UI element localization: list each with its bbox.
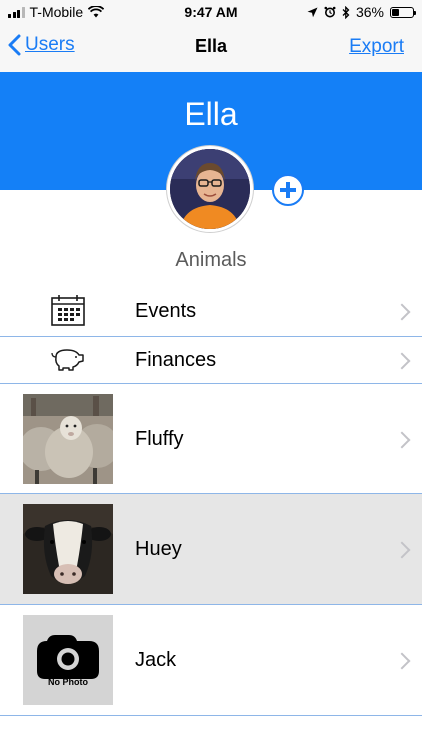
chevron-right-icon [393,431,411,449]
finances-row[interactable]: Finances [0,337,422,383]
add-animal-button[interactable] [272,174,304,206]
animal-name: Fluffy [135,428,184,450]
calendar-icon [51,295,85,326]
profile-name: Ella [184,96,238,132]
section-label-animals: Animals [175,249,247,271]
animal-row-huey[interactable]: Huey [0,494,422,604]
animal-thumbnail [23,504,113,594]
chevron-right-icon [393,303,411,321]
battery-fill [392,8,400,16]
profile-avatar[interactable] [167,146,253,232]
chevron-right-icon [393,352,411,370]
sheep-photo [23,394,113,484]
location-arrow-icon [307,7,318,17]
status-bar: T-Mobile 9:47 AM 36% [0,0,422,24]
animal-thumbnail [23,394,113,484]
chevron-right-icon [393,541,411,559]
piggy-bank-icon [51,349,84,371]
avatar-photo [170,149,250,229]
events-row[interactable]: Events [0,286,422,336]
row-divider [0,715,422,716]
events-label: Events [135,300,197,322]
finances-label: Finances [135,349,217,371]
animal-name: Jack [135,649,177,671]
bluetooth-icon [342,5,350,19]
export-button[interactable]: Export [349,36,404,58]
camera-icon [37,635,99,679]
cow-photo [23,504,113,594]
no-photo-label: No Photo [48,677,88,687]
animal-row-fluffy[interactable]: Fluffy [0,384,422,494]
animal-thumbnail: No Photo [23,615,113,705]
animal-name: Huey [135,538,182,560]
chevron-right-icon [393,652,411,670]
alarm-icon [324,6,336,18]
battery-percent: 36% [355,4,384,20]
status-right: 36% [307,4,416,20]
battery-icon [390,6,416,18]
animal-row-jack[interactable]: No Photo Jack [0,605,422,715]
navigation-bar: Users Ella Export [0,24,422,72]
